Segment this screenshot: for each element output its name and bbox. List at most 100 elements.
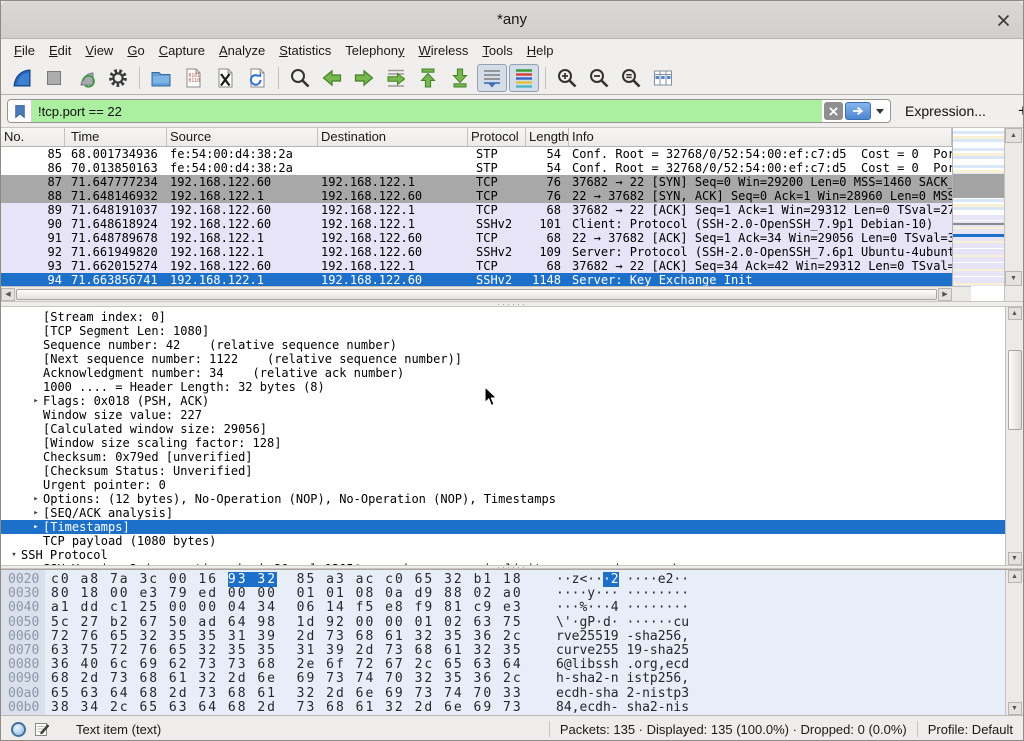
detail-scroll-up-button[interactable]: ▲ <box>1008 307 1022 320</box>
expand-arrow-icon[interactable]: ▾ <box>7 548 21 562</box>
menu-item-tools[interactable]: Tools <box>475 41 519 60</box>
hex-bytes[interactable]: 72 76 65 32 35 35 31 39 2d 73 68 61 32 3… <box>51 630 556 644</box>
detail-line[interactable]: [Calculated window size: 29056] <box>1 422 1005 436</box>
expand-arrow-icon[interactable]: ▸ <box>29 562 43 565</box>
zoom-out-button[interactable] <box>584 64 614 92</box>
menu-item-capture[interactable]: Capture <box>152 41 212 60</box>
zoom-reset-button[interactable] <box>616 64 646 92</box>
hex-bytes[interactable]: a1 dd c1 25 00 00 04 34 06 14 f5 e8 f9 8… <box>51 601 556 615</box>
packet-row[interactable]: 8568.001734936fe:54:00:d4:38:2aSTP54Conf… <box>1 147 952 161</box>
hex-bytes[interactable]: 63 75 72 76 65 32 35 35 31 39 2d 73 68 6… <box>51 644 556 658</box>
hex-ascii[interactable]: ··z<···2 ····e2·· <box>556 573 689 587</box>
hex-bytes[interactable]: 68 2d 73 68 61 32 2d 6e 69 73 74 70 32 3… <box>51 672 556 686</box>
packet-row[interactable]: 9371.662015274192.168.122.60192.168.122.… <box>1 259 952 273</box>
menu-item-analyze[interactable]: Analyze <box>212 41 272 60</box>
detail-line[interactable]: ▸[Timestamps] <box>1 520 1005 534</box>
hex-bytes[interactable]: 5c 27 b2 67 50 ad 64 98 1d 92 00 00 01 0… <box>51 616 556 630</box>
profile-label[interactable]: Profile: Default <box>928 722 1023 737</box>
column-header-proto[interactable]: Protocol <box>468 128 526 146</box>
hex-row[interactable]: 0040a1 dd c1 25 00 00 04 34 06 14 f5 e8 … <box>1 601 1005 615</box>
packet-row[interactable]: 8670.013850163fe:54:00:d4:38:2aSTP54Conf… <box>1 161 952 175</box>
go-forward-button[interactable] <box>349 64 379 92</box>
go-back-button[interactable] <box>317 64 347 92</box>
detail-line[interactable]: [Window size scaling factor: 128] <box>1 436 1005 450</box>
capture-options-button[interactable] <box>103 64 133 92</box>
scroll-left-button[interactable]: ◀ <box>1 288 15 301</box>
horizontal-scroll-thumb[interactable] <box>16 289 937 300</box>
hex-ascii[interactable]: \'·gP·d· ······cu <box>556 616 689 630</box>
hex-bytes[interactable]: 65 63 64 68 2d 73 68 61 32 2d 6e 69 73 7… <box>51 687 556 701</box>
hex-scroll-up-button[interactable]: ▲ <box>1008 570 1022 583</box>
detail-line[interactable]: Urgent pointer: 0 <box>1 478 1005 492</box>
hex-ascii[interactable]: 6@libssh .org,ecd <box>556 658 689 672</box>
packet-row[interactable]: 9171.648789678192.168.122.1192.168.122.6… <box>1 231 952 245</box>
go-to-top-button[interactable] <box>413 64 443 92</box>
expert-info-icon[interactable] <box>11 722 26 737</box>
reload-file-button[interactable] <box>242 64 272 92</box>
display-filter-input[interactable] <box>38 104 822 119</box>
column-header-src[interactable]: Source <box>167 128 318 146</box>
display-filter-field[interactable] <box>7 99 891 123</box>
hex-row[interactable]: 006072 76 65 32 35 35 31 39 2d 73 68 61 … <box>1 630 1005 644</box>
filter-apply-button[interactable] <box>845 102 871 120</box>
hex-row[interactable]: 008036 40 6c 69 62 73 73 68 2e 6f 72 67 … <box>1 658 1005 672</box>
hex-row[interactable]: 00b038 34 2c 65 63 64 68 2d 73 68 61 32 … <box>1 701 1005 715</box>
menu-item-telephony[interactable]: Telephony <box>338 41 411 60</box>
detail-scroll-down-button[interactable]: ▼ <box>1008 552 1022 565</box>
detail-line[interactable]: ▸Flags: 0x018 (PSH, ACK) <box>1 394 1005 408</box>
hex-scroll-down-button[interactable]: ▼ <box>1008 702 1022 715</box>
hex-row[interactable]: 009068 2d 73 68 61 32 2d 6e 69 73 74 70 … <box>1 672 1005 686</box>
capture-comment-icon[interactable] <box>34 721 50 737</box>
detail-line[interactable]: [TCP Segment Len: 1080] <box>1 324 1005 338</box>
menu-item-file[interactable]: File <box>7 41 42 60</box>
column-header-time[interactable]: Time <box>65 128 167 146</box>
hex-row[interactable]: 00505c 27 b2 67 50 ad 64 98 1d 92 00 00 … <box>1 616 1005 630</box>
detail-line[interactable]: ▸Options: (12 bytes), No-Operation (NOP)… <box>1 492 1005 506</box>
hex-ascii[interactable]: ····y··· ········ <box>556 587 689 601</box>
menu-item-help[interactable]: Help <box>520 41 561 60</box>
expand-arrow-icon[interactable]: ▸ <box>29 520 43 534</box>
expand-arrow-icon[interactable]: ▸ <box>29 492 43 506</box>
detail-line[interactable]: Sequence number: 42 (relative sequence n… <box>1 338 1005 352</box>
filter-history-caret-icon[interactable] <box>876 109 884 114</box>
expand-arrow-icon[interactable]: ▸ <box>29 506 43 520</box>
detail-line[interactable]: ▾SSH Protocol <box>1 548 1005 562</box>
detail-line[interactable]: Acknowledgment number: 34 (relative ack … <box>1 366 1005 380</box>
save-file-button[interactable]: 01010110 <box>178 64 208 92</box>
close-button[interactable] <box>993 10 1013 30</box>
detail-line[interactable]: ▸[SEQ/ACK analysis] <box>1 506 1005 520</box>
detail-line[interactable]: Checksum: 0x79ed [unverified] <box>1 450 1005 464</box>
packet-list-minimap[interactable] <box>952 128 1004 286</box>
menu-item-edit[interactable]: Edit <box>42 41 78 60</box>
stop-capture-button[interactable] <box>39 64 69 92</box>
hex-ascii[interactable]: curve255 19-sha25 <box>556 644 689 658</box>
menu-item-wireless[interactable]: Wireless <box>412 41 476 60</box>
hex-bytes[interactable]: 80 18 00 e3 79 ed 00 00 01 01 08 0a d9 8… <box>51 587 556 601</box>
hex-ascii[interactable]: 84,ecdh- sha2-nis <box>556 701 689 715</box>
detail-scroll-thumb[interactable] <box>1008 350 1022 430</box>
hex-row[interactable]: 0020c0 a8 7a 3c 00 16 93 32 85 a3 ac c0 … <box>1 573 1005 587</box>
find-packet-button[interactable] <box>285 64 315 92</box>
packet-row[interactable]: 9471.663856741192.168.122.1192.168.122.6… <box>1 273 952 286</box>
filter-bookmark-button[interactable] <box>8 100 32 122</box>
hex-bytes[interactable]: 38 34 2c 65 63 64 68 2d 73 68 61 32 2d 6… <box>51 701 556 715</box>
hex-bytes[interactable]: c0 a8 7a 3c 00 16 93 32 85 a3 ac c0 65 3… <box>51 573 556 587</box>
packet-row[interactable]: 8871.648146932192.168.122.1192.168.122.6… <box>1 189 952 203</box>
menu-item-view[interactable]: View <box>78 41 120 60</box>
packet-row[interactable]: 9071.648618924192.168.122.60192.168.122.… <box>1 217 952 231</box>
expand-arrow-icon[interactable]: ▸ <box>29 394 43 408</box>
detail-line[interactable]: [Checksum Status: Unverified] <box>1 464 1005 478</box>
go-to-bottom-button[interactable] <box>445 64 475 92</box>
column-header-len[interactable]: Length <box>526 128 569 146</box>
vertical-scroll-trough[interactable] <box>1005 143 1023 271</box>
scroll-right-button[interactable]: ▶ <box>938 288 952 301</box>
scroll-up-button[interactable]: ▲ <box>1005 128 1022 143</box>
menu-item-go[interactable]: Go <box>120 41 151 60</box>
close-file-button[interactable] <box>210 64 240 92</box>
detail-line[interactable]: [Next sequence number: 1122 (relative se… <box>1 352 1005 366</box>
column-header-no[interactable]: No. <box>1 128 65 146</box>
auto-scroll-button[interactable] <box>477 64 507 92</box>
hex-row[interactable]: 003080 18 00 e3 79 ed 00 00 01 01 08 0a … <box>1 587 1005 601</box>
menu-item-statistics[interactable]: Statistics <box>272 41 338 60</box>
hex-ascii[interactable]: ecdh-sha 2-nistp3 <box>556 687 689 701</box>
